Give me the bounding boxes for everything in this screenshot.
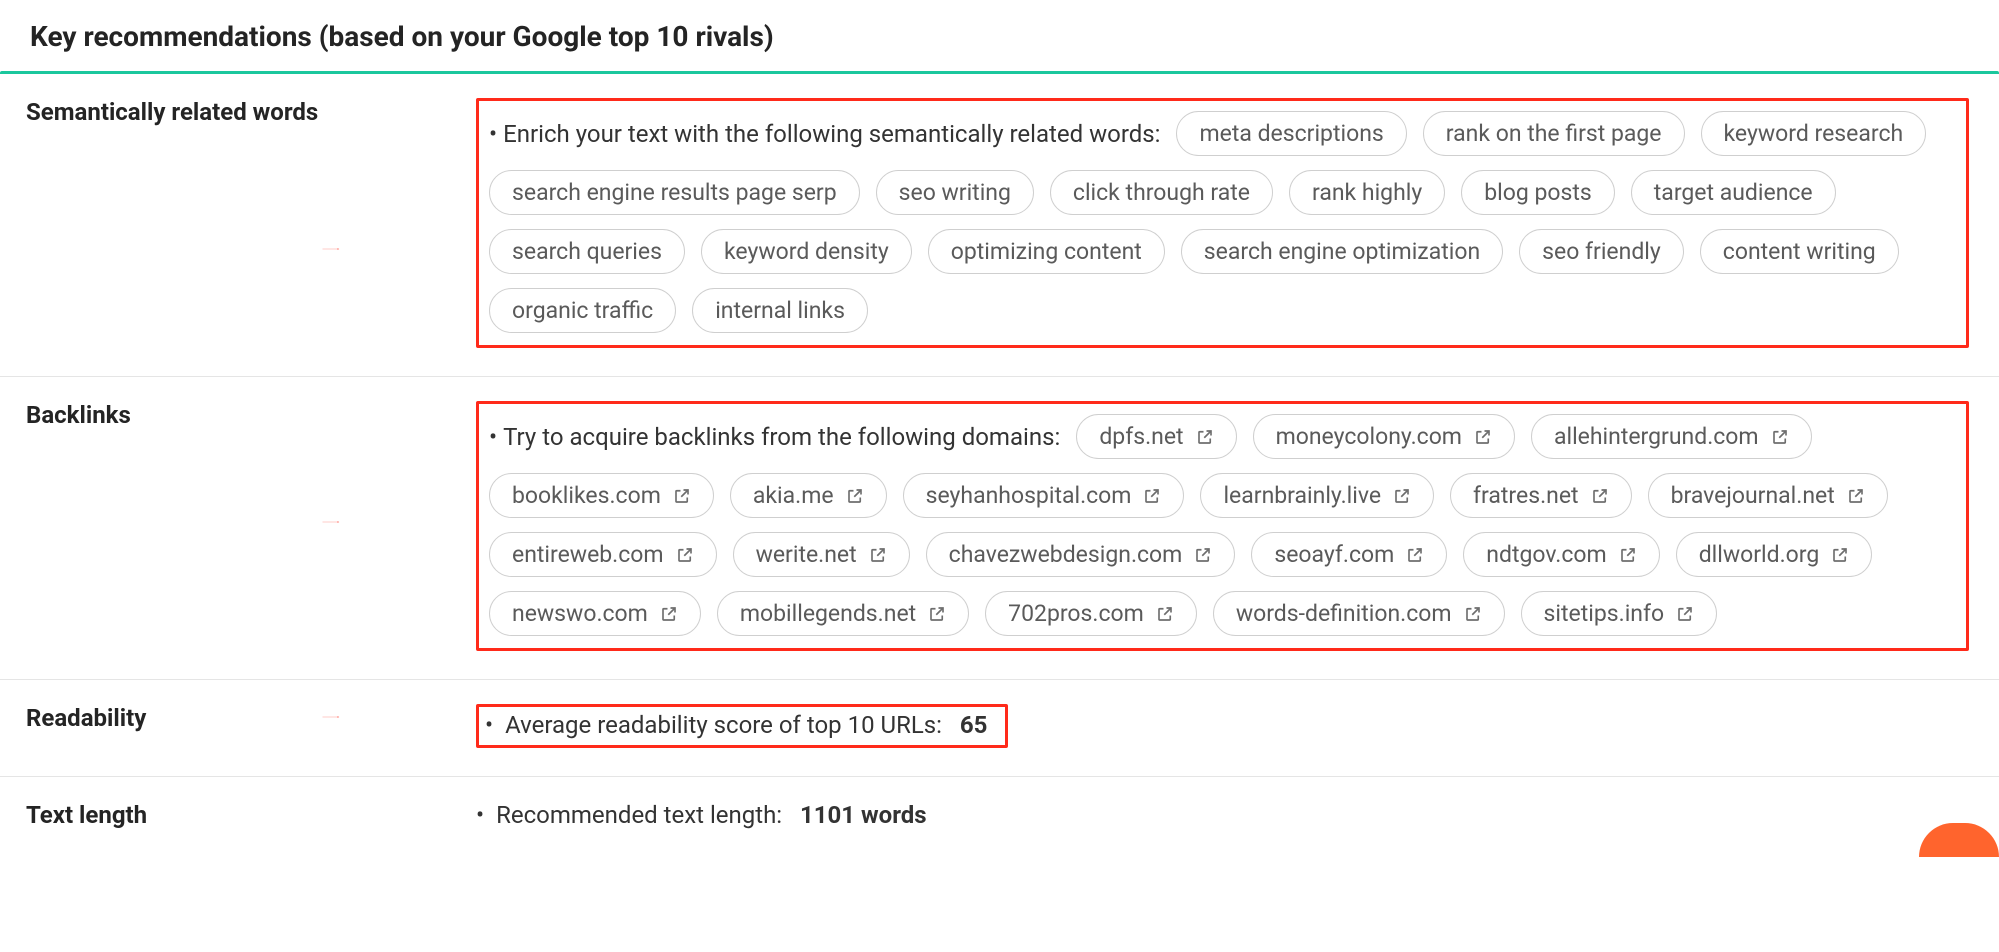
backlink-chip[interactable]: newswo.com xyxy=(489,591,701,636)
textlength-line: • Recommended text length: 1101 words xyxy=(476,801,927,829)
external-link-icon xyxy=(660,605,678,623)
keyword-chip[interactable]: seo friendly xyxy=(1519,229,1684,274)
external-link-icon xyxy=(676,546,694,564)
external-link-icon xyxy=(1591,487,1609,505)
keyword-chip[interactable]: seo writing xyxy=(876,170,1034,215)
annotation-arrow-icon xyxy=(246,248,416,250)
external-link-icon xyxy=(1847,487,1865,505)
header: Key recommendations (based on your Googl… xyxy=(0,20,1999,71)
keyword-chip[interactable]: organic traffic xyxy=(489,288,676,333)
section-backlinks: Backlinks • Try to acquire backlinks fro… xyxy=(0,377,1999,680)
backlink-chip[interactable]: 702pros.com xyxy=(985,591,1197,636)
page-title: Key recommendations (based on your Googl… xyxy=(30,20,774,53)
external-link-icon xyxy=(1393,487,1411,505)
backlinks-lead: • Try to acquire backlinks from the foll… xyxy=(489,423,1060,451)
external-link-icon xyxy=(673,487,691,505)
keyword-chip[interactable]: internal links xyxy=(692,288,868,333)
keyword-chip[interactable]: target audience xyxy=(1631,170,1836,215)
external-link-icon xyxy=(846,487,864,505)
external-link-icon xyxy=(1194,546,1212,564)
keyword-chip[interactable]: rank on the first page xyxy=(1423,111,1685,156)
external-link-icon xyxy=(1406,546,1424,564)
backlink-chip[interactable]: words-definition.com xyxy=(1213,591,1505,636)
external-link-icon xyxy=(1196,428,1214,446)
backlink-chip[interactable]: dllworld.org xyxy=(1676,532,1873,577)
external-link-icon xyxy=(1676,605,1694,623)
readability-line: • Average readability score of top 10 UR… xyxy=(485,711,987,739)
keyword-chip[interactable]: optimizing content xyxy=(928,229,1165,274)
keyword-chip[interactable]: rank highly xyxy=(1289,170,1445,215)
keyword-chip[interactable]: search engine optimization xyxy=(1181,229,1503,274)
highlight-box-backlinks: • Try to acquire backlinks from the foll… xyxy=(476,401,1969,651)
backlink-chip[interactable]: dpfs.net xyxy=(1076,414,1236,459)
keyword-chip[interactable]: keyword research xyxy=(1701,111,1927,156)
backlink-chip[interactable]: fratres.net xyxy=(1450,473,1632,518)
backlink-chip[interactable]: entireweb.com xyxy=(489,532,717,577)
external-link-icon xyxy=(869,546,887,564)
section-label-semantics: Semantically related words xyxy=(26,98,476,126)
external-link-icon xyxy=(1464,605,1482,623)
annotation-arrow-icon xyxy=(246,521,416,523)
keyword-chip[interactable]: search queries xyxy=(489,229,685,274)
external-link-icon xyxy=(1474,428,1492,446)
backlink-chip[interactable]: akia.me xyxy=(730,473,887,518)
backlink-chip[interactable]: ndtgov.com xyxy=(1463,532,1659,577)
external-link-icon xyxy=(1619,546,1637,564)
section-readability: Readability • Average readability score … xyxy=(0,680,1999,777)
external-link-icon xyxy=(1771,428,1789,446)
backlink-chip[interactable]: booklikes.com xyxy=(489,473,714,518)
section-label-readability: Readability xyxy=(26,704,476,732)
keyword-chip[interactable]: keyword density xyxy=(701,229,912,274)
external-link-icon xyxy=(1143,487,1161,505)
section-semantics: Semantically related words • Enrich your… xyxy=(0,74,1999,377)
external-link-icon xyxy=(1156,605,1174,623)
backlink-chip[interactable]: learnbrainly.live xyxy=(1200,473,1434,518)
keyword-chip[interactable]: content writing xyxy=(1700,229,1899,274)
section-label-backlinks: Backlinks xyxy=(26,401,476,429)
backlink-chip[interactable]: seoayf.com xyxy=(1251,532,1447,577)
backlink-chip[interactable]: allehintergrund.com xyxy=(1531,414,1812,459)
keyword-chip[interactable]: blog posts xyxy=(1461,170,1615,215)
backlink-chip[interactable]: seyhanhospital.com xyxy=(903,473,1185,518)
annotation-arrow-icon xyxy=(246,716,416,718)
backlink-chip[interactable]: sitetips.info xyxy=(1521,591,1718,636)
section-label-textlength: Text length xyxy=(26,801,476,829)
semantics-lead: • Enrich your text with the following se… xyxy=(489,120,1160,148)
keyword-chip[interactable]: meta descriptions xyxy=(1176,111,1406,156)
backlink-chip[interactable]: werite.net xyxy=(733,532,910,577)
backlink-chip[interactable]: mobillegends.net xyxy=(717,591,969,636)
external-link-icon xyxy=(928,605,946,623)
backlink-chip[interactable]: chavezwebdesign.com xyxy=(926,532,1236,577)
highlight-box-semantics: • Enrich your text with the following se… xyxy=(476,98,1969,348)
backlink-chip[interactable]: bravejournal.net xyxy=(1648,473,1888,518)
readability-value: 65 xyxy=(960,711,988,739)
textlength-value: 1101 words xyxy=(800,801,927,829)
section-textlength: Text length • Recommended text length: 1… xyxy=(0,777,1999,857)
backlink-chip[interactable]: moneycolony.com xyxy=(1253,414,1515,459)
keyword-chip[interactable]: click through rate xyxy=(1050,170,1273,215)
keyword-chip[interactable]: search engine results page serp xyxy=(489,170,860,215)
highlight-box-readability: • Average readability score of top 10 UR… xyxy=(476,704,1008,748)
external-link-icon xyxy=(1831,546,1849,564)
